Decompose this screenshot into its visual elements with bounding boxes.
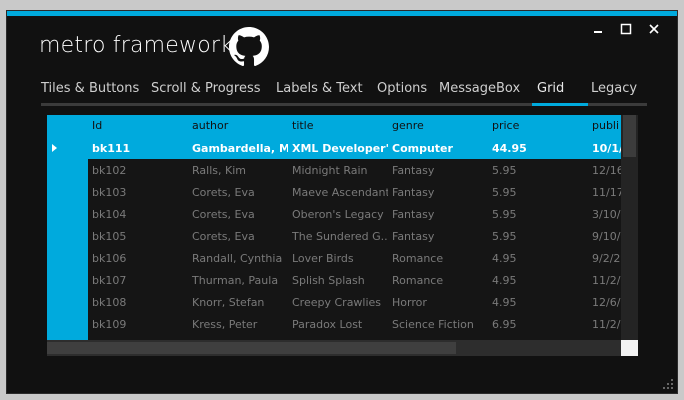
- cell-id: bk105: [92, 230, 127, 243]
- tab-legacy[interactable]: Legacy: [591, 81, 637, 96]
- cell-genre: Fantasy: [392, 164, 435, 177]
- table-row[interactable]: bk106 Randall, Cynthia Lover Birds Romance 4…: [88, 247, 627, 269]
- cell-price: 44.95: [492, 142, 527, 155]
- cell-title: Maeve Ascendant: [292, 186, 388, 199]
- minimize-button[interactable]: [591, 22, 605, 36]
- tab-tiles-buttons[interactable]: Tiles & Buttons: [41, 81, 139, 96]
- maximize-icon: [620, 23, 632, 35]
- app-title: metro framework: [39, 33, 234, 58]
- active-tab-indicator: [532, 103, 588, 106]
- cell-title: Oberon's Legacy: [292, 208, 384, 221]
- cell-author: Knorr, Stefan: [192, 296, 265, 309]
- table-row[interactable]: bk104 Corets, Eva Oberon's Legacy Fantasy 5.…: [88, 203, 627, 225]
- cell-title: Splish Splash: [292, 274, 365, 287]
- cell-author: Corets, Eva: [192, 186, 255, 199]
- cell-id: bk109: [92, 318, 127, 331]
- window-controls: [591, 22, 661, 36]
- scrollbar-corner: [621, 340, 638, 356]
- cell-author: Randall, Cynthia: [192, 252, 283, 265]
- cell-genre: Fantasy: [392, 208, 435, 221]
- cell-id: bk102: [92, 164, 127, 177]
- cell-genre: Computer: [392, 142, 453, 155]
- cell-author: Corets, Eva: [192, 208, 255, 221]
- cell-id: bk103: [92, 186, 127, 199]
- tab-messagebox[interactable]: MessageBox: [439, 81, 520, 96]
- column-header-price[interactable]: price: [492, 119, 519, 132]
- cell-price: 4.95: [492, 252, 517, 265]
- column-header-author[interactable]: author: [192, 119, 228, 132]
- table-row[interactable]: bk105 Corets, Eva The Sundered G... Fantasy…: [88, 225, 627, 247]
- cell-author: Thurman, Paula: [192, 274, 279, 287]
- horizontal-scrollbar[interactable]: [47, 340, 621, 356]
- minimize-icon: [594, 31, 602, 33]
- cell-title: Paradox Lost: [292, 318, 363, 331]
- resize-grip-icon[interactable]: [663, 379, 673, 389]
- column-header-title[interactable]: title: [292, 119, 314, 132]
- cell-title: XML Developer's...: [292, 142, 388, 155]
- cell-genre: Science Fiction: [392, 318, 474, 331]
- cell-title: The Sundered G...: [292, 230, 388, 243]
- table-row[interactable]: bk108 Knorr, Stefan Creepy Crawlies Horror 4…: [88, 291, 627, 313]
- cell-price: 6.95: [492, 318, 517, 331]
- tab-bar: [41, 103, 647, 106]
- tab-scroll-progress[interactable]: Scroll & Progress: [151, 81, 261, 96]
- close-icon: [649, 24, 659, 34]
- maximize-button[interactable]: [619, 22, 633, 36]
- cell-id: bk104: [92, 208, 127, 221]
- cell-price: 5.95: [492, 186, 517, 199]
- column-header-id[interactable]: Id: [92, 119, 102, 132]
- close-button[interactable]: [647, 22, 661, 36]
- cell-genre: Fantasy: [392, 186, 435, 199]
- cell-author: Kress, Peter: [192, 318, 258, 331]
- table-row[interactable]: bk102 Ralls, Kim Midnight Rain Fantasy 5.95 1…: [88, 159, 627, 181]
- cell-genre: Romance: [392, 252, 444, 265]
- table-row-selected[interactable]: bk111 Gambardella, M... XML Developer's...…: [88, 137, 631, 159]
- app-window: metro framework Tiles & Buttons Scroll &…: [6, 10, 678, 394]
- table-row[interactable]: bk107 Thurman, Paula Splish Splash Romance 4…: [88, 269, 627, 291]
- cell-title: Midnight Rain: [292, 164, 368, 177]
- cell-genre: Romance: [392, 274, 444, 287]
- github-icon: [229, 27, 269, 67]
- table-row[interactable]: bk109 Kress, Peter Paradox Lost Science Fic…: [88, 313, 627, 335]
- column-header-publish-date[interactable]: publi: [592, 119, 619, 132]
- cell-price: 5.95: [492, 230, 517, 243]
- cell-price: 4.95: [492, 274, 517, 287]
- cell-author: Ralls, Kim: [192, 164, 246, 177]
- cell-title: Creepy Crawlies: [292, 296, 382, 309]
- tab-grid[interactable]: Grid: [537, 81, 564, 96]
- tab-labels-text[interactable]: Labels & Text: [276, 81, 363, 96]
- cell-price: 5.95: [492, 208, 517, 221]
- current-row-arrow-icon: [52, 144, 57, 152]
- cell-id: bk107: [92, 274, 127, 287]
- cell-price: 4.95: [492, 296, 517, 309]
- cell-title: Lover Birds: [292, 252, 354, 265]
- cell-id: bk108: [92, 296, 127, 309]
- cell-genre: Horror: [392, 296, 427, 309]
- cell-genre: Fantasy: [392, 230, 435, 243]
- accent-strip: [7, 11, 677, 16]
- column-header-genre[interactable]: genre: [392, 119, 424, 132]
- cell-id: bk106: [92, 252, 127, 265]
- cell-price: 5.95: [492, 164, 517, 177]
- horizontal-scroll-thumb[interactable]: [47, 342, 456, 354]
- vertical-scrollbar[interactable]: [621, 115, 638, 340]
- data-grid[interactable]: Id author title genre price publi bk111 G…: [47, 115, 638, 356]
- column-header-row: Id author title genre price publi: [88, 115, 621, 137]
- cell-id: bk111: [92, 142, 131, 155]
- cell-author: Corets, Eva: [192, 230, 255, 243]
- vertical-scroll-thumb[interactable]: [623, 115, 636, 157]
- tab-options[interactable]: Options: [377, 81, 427, 96]
- table-row[interactable]: bk103 Corets, Eva Maeve Ascendant Fantasy 5.…: [88, 181, 627, 203]
- cell-author: Gambardella, M...: [192, 142, 288, 155]
